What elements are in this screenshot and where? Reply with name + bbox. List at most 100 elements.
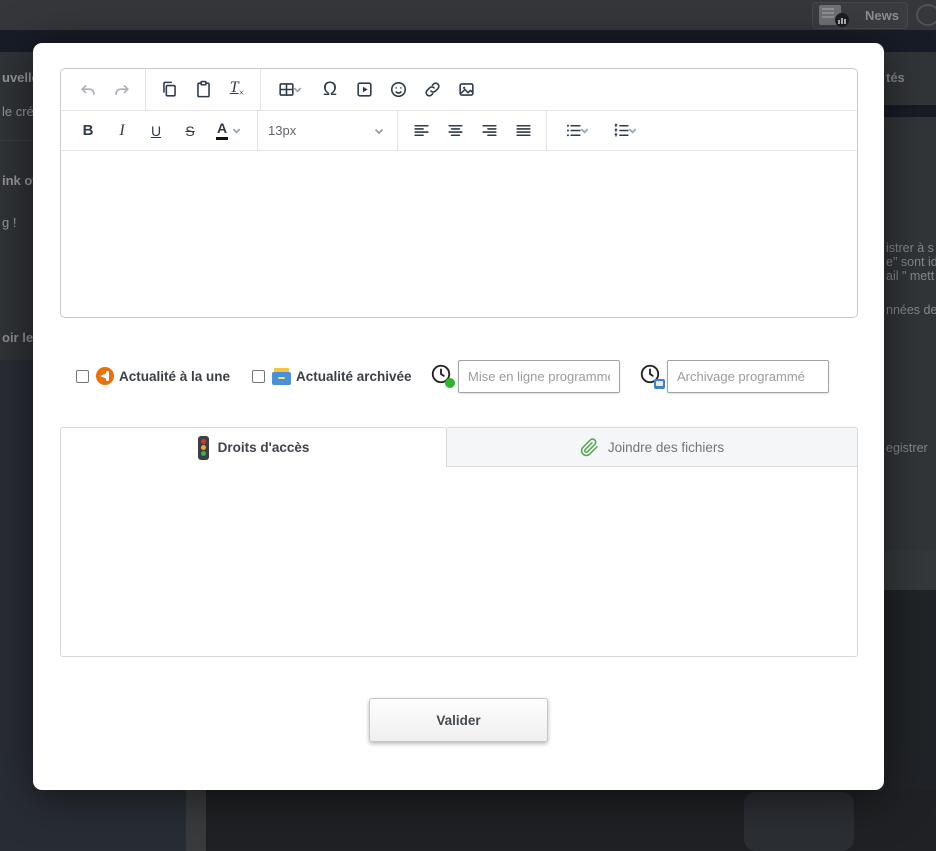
insert-table-button[interactable] xyxy=(267,73,313,107)
copy-button[interactable] xyxy=(152,73,186,107)
copy-icon xyxy=(160,80,179,99)
redo-icon xyxy=(112,80,132,100)
toolbar-separator xyxy=(257,111,258,150)
backdrop-divider xyxy=(0,140,33,141)
toolbar-separator xyxy=(397,111,398,150)
archive-box-icon xyxy=(272,368,291,385)
traffic-light-icon xyxy=(198,436,209,460)
align-right-button[interactable] xyxy=(472,114,506,148)
backdrop-fragment: istrer à s xyxy=(886,241,934,255)
redo-button[interactable] xyxy=(105,73,139,107)
align-justify-icon xyxy=(514,121,533,140)
backdrop-top-bar xyxy=(0,0,936,30)
online-status-dot xyxy=(445,378,455,388)
archived-checkbox[interactable] xyxy=(252,370,265,383)
backdrop-fragment: e" sont id xyxy=(886,255,936,269)
publish-date-input[interactable] xyxy=(458,360,620,393)
editor-content-area[interactable] xyxy=(61,151,857,317)
backdrop-bottom-left-panel xyxy=(0,790,186,851)
backdrop-fragment: ink of xyxy=(2,173,33,188)
font-size-value: 13px xyxy=(268,123,296,138)
tab-attach-files[interactable]: Joindre des fichiers xyxy=(447,427,858,467)
access-rights-panel xyxy=(60,466,858,657)
link-icon xyxy=(423,80,442,99)
archive-clock xyxy=(639,363,663,389)
toolbar-separator xyxy=(145,69,146,110)
paperclip-icon xyxy=(580,438,599,457)
backdrop-partial-icon xyxy=(916,4,936,26)
backdrop-fragment: g ! xyxy=(2,215,16,230)
news-edit-modal: T× Ω xyxy=(33,43,884,790)
paste-icon xyxy=(194,80,213,99)
align-center-button[interactable] xyxy=(438,114,472,148)
chevron-down-icon xyxy=(627,125,638,136)
image-icon xyxy=(457,80,476,99)
backdrop-fragment: uvelle xyxy=(2,70,33,85)
numbered-list-button[interactable] xyxy=(601,114,649,148)
nav-item-news[interactable]: News xyxy=(812,2,908,29)
italic-button[interactable]: I xyxy=(105,114,139,148)
featured-checkbox[interactable] xyxy=(76,370,89,383)
archived-option: Actualité archivée xyxy=(252,359,412,393)
backdrop-right-edge-top: tés 1 xyxy=(884,52,936,105)
undo-button[interactable] xyxy=(71,73,105,107)
archive-schedule xyxy=(639,359,829,393)
bold-button[interactable]: B xyxy=(71,114,105,148)
bullet-list-button[interactable] xyxy=(553,114,601,148)
backdrop-fragment: tés xyxy=(886,70,905,85)
align-justify-button[interactable] xyxy=(506,114,540,148)
font-size-select[interactable]: 13px xyxy=(260,111,395,150)
align-left-icon xyxy=(412,121,431,140)
toolbar-separator xyxy=(546,111,547,150)
insert-image-button[interactable] xyxy=(449,73,483,107)
chevron-down-icon xyxy=(373,125,385,137)
editor-toolbar-row-2: B I U S A 13px xyxy=(61,111,857,151)
archive-badge-icon xyxy=(654,379,665,389)
strikethrough-button[interactable]: S xyxy=(173,114,207,148)
rich-text-editor: T× Ω xyxy=(60,68,858,318)
featured-label: Actualité à la une xyxy=(119,369,230,384)
archived-label: Actualité archivée xyxy=(296,369,412,384)
archive-date-input[interactable] xyxy=(667,360,829,393)
backdrop-fragment: le cré xyxy=(2,104,33,119)
backdrop-fragment: ail " mett xyxy=(886,269,934,283)
nav-news-label: News xyxy=(865,8,899,23)
media-icon xyxy=(355,80,374,99)
chart-badge-icon xyxy=(835,13,849,27)
publish-clock xyxy=(430,363,454,389)
publish-schedule xyxy=(430,359,620,393)
insert-media-button[interactable] xyxy=(347,73,381,107)
underline-button[interactable]: U xyxy=(139,114,173,148)
chevron-down-icon xyxy=(579,125,590,136)
emoji-button[interactable] xyxy=(381,73,415,107)
backdrop-right-edge-mid: istrer à s e" sont id ail " mett nnées d… xyxy=(884,117,936,550)
toolbar-separator xyxy=(260,69,261,110)
backdrop-left-edge: uvelle le cré ink of g ! oir les xyxy=(0,52,33,360)
submit-button[interactable]: Valider xyxy=(369,698,548,742)
backdrop-navy-bar-right xyxy=(884,105,936,117)
emoji-icon xyxy=(389,80,408,99)
clear-formatting-button[interactable]: T× xyxy=(220,73,254,107)
special-character-button[interactable]: Ω xyxy=(313,73,347,107)
editor-toolbar-row-1: T× Ω xyxy=(61,69,857,111)
insert-link-button[interactable] xyxy=(415,73,449,107)
align-left-button[interactable] xyxy=(404,114,438,148)
paste-button[interactable] xyxy=(186,73,220,107)
align-right-icon xyxy=(480,121,499,140)
featured-option: Actualité à la une xyxy=(76,359,230,393)
tab-access-rights[interactable]: Droits d'accès xyxy=(60,427,447,467)
chevron-down-icon xyxy=(231,125,242,136)
backdrop-left-lower xyxy=(0,360,33,790)
chevron-down-icon xyxy=(292,84,303,95)
tab-bar: Droits d'accès Joindre des fichiers xyxy=(60,427,858,467)
undo-icon xyxy=(78,80,98,100)
backdrop-fragment: oir les xyxy=(2,330,33,345)
backdrop-bottom-strip xyxy=(186,790,206,851)
featured-news-icon xyxy=(96,367,114,385)
backdrop-right-edge-low xyxy=(884,550,936,590)
backdrop-fragment: egistrer xyxy=(886,441,928,455)
tab-label: Joindre des fichiers xyxy=(608,440,724,455)
align-center-icon xyxy=(446,121,465,140)
backdrop-fragment: nnées de xyxy=(886,303,936,317)
text-color-button[interactable]: A xyxy=(207,114,251,148)
